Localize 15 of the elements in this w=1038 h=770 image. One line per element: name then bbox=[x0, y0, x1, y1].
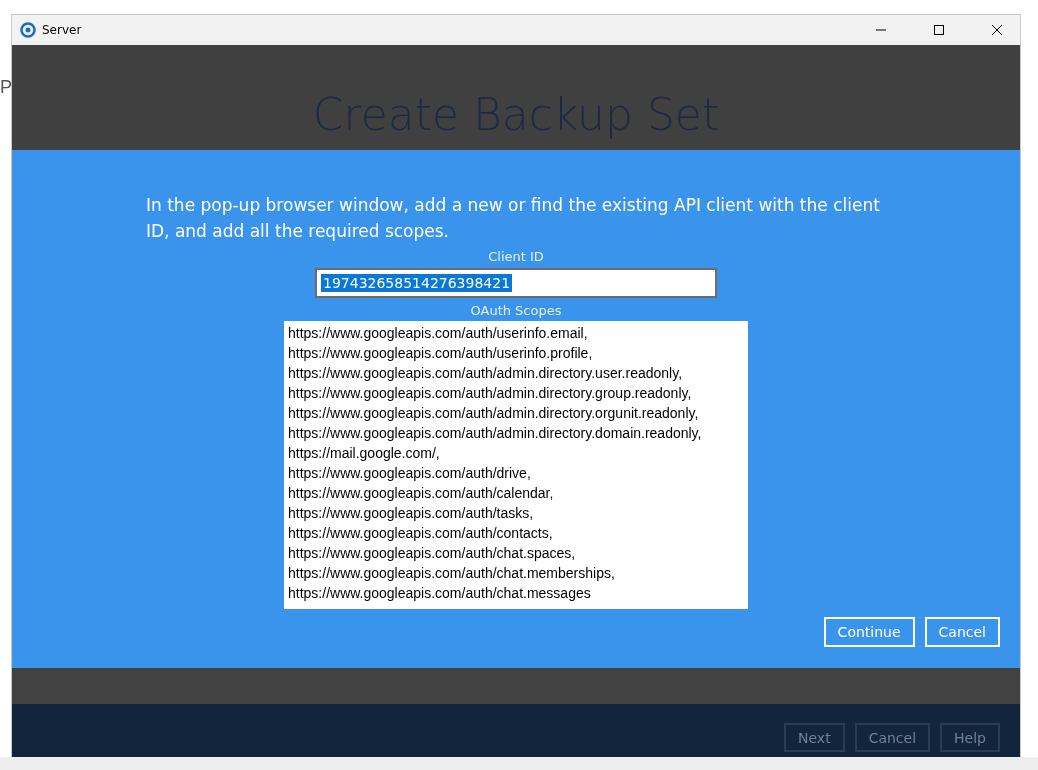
footer-button[interactable]: Help bbox=[940, 723, 1000, 752]
field-label: OAuth Scopes bbox=[470, 302, 562, 320]
client-id-field[interactable]: 197432658514276398421 bbox=[315, 268, 717, 298]
scopes-text-area[interactable]: https://www.googleapis.com/auth/userinfo.email, https://www.googleapis.com/auth/userinfo.profile, https://www.googleapis.com/auth/admin.directory.user.readonly, https://www.googleapis.com/auth/admin.directory.group.readonly, https://www.googleapis.com/auth/admin.directory.orgunit.readonly, https://www.googleapis.com/auth/admin.directory.domain.readonly, https://mail.google.com/, https://www.googleapis.com/auth/drive, https://www.googleapis.com/auth/calendar, https://www.googleapis.com/auth/tasks, https://www.googleapis.com/auth/contacts, https://www.googleapis.com/auth/chat.spaces, https://www.googleapis.com/auth/chat.memberships, https://www.googleapis.com/auth/chat.messages bbox=[284, 321, 748, 609]
continue-button[interactable]: Continue bbox=[823, 617, 915, 647]
close-icon[interactable] bbox=[991, 24, 1003, 36]
footer-button[interactable]: Next bbox=[784, 723, 845, 752]
window-title: Server bbox=[42, 23, 82, 37]
field-label: Client ID bbox=[488, 248, 544, 266]
instruction-text: In the pop-up browser window, add a new or find the existing API client with the client ID, and add all the required scopes. bbox=[146, 194, 881, 243]
app-icon bbox=[20, 22, 36, 38]
maximize-icon[interactable] bbox=[933, 24, 945, 36]
footer-button[interactable]: Cancel bbox=[854, 723, 931, 752]
cancel-button[interactable]: Cancel bbox=[924, 617, 1000, 647]
background-text: P bbox=[0, 77, 12, 98]
